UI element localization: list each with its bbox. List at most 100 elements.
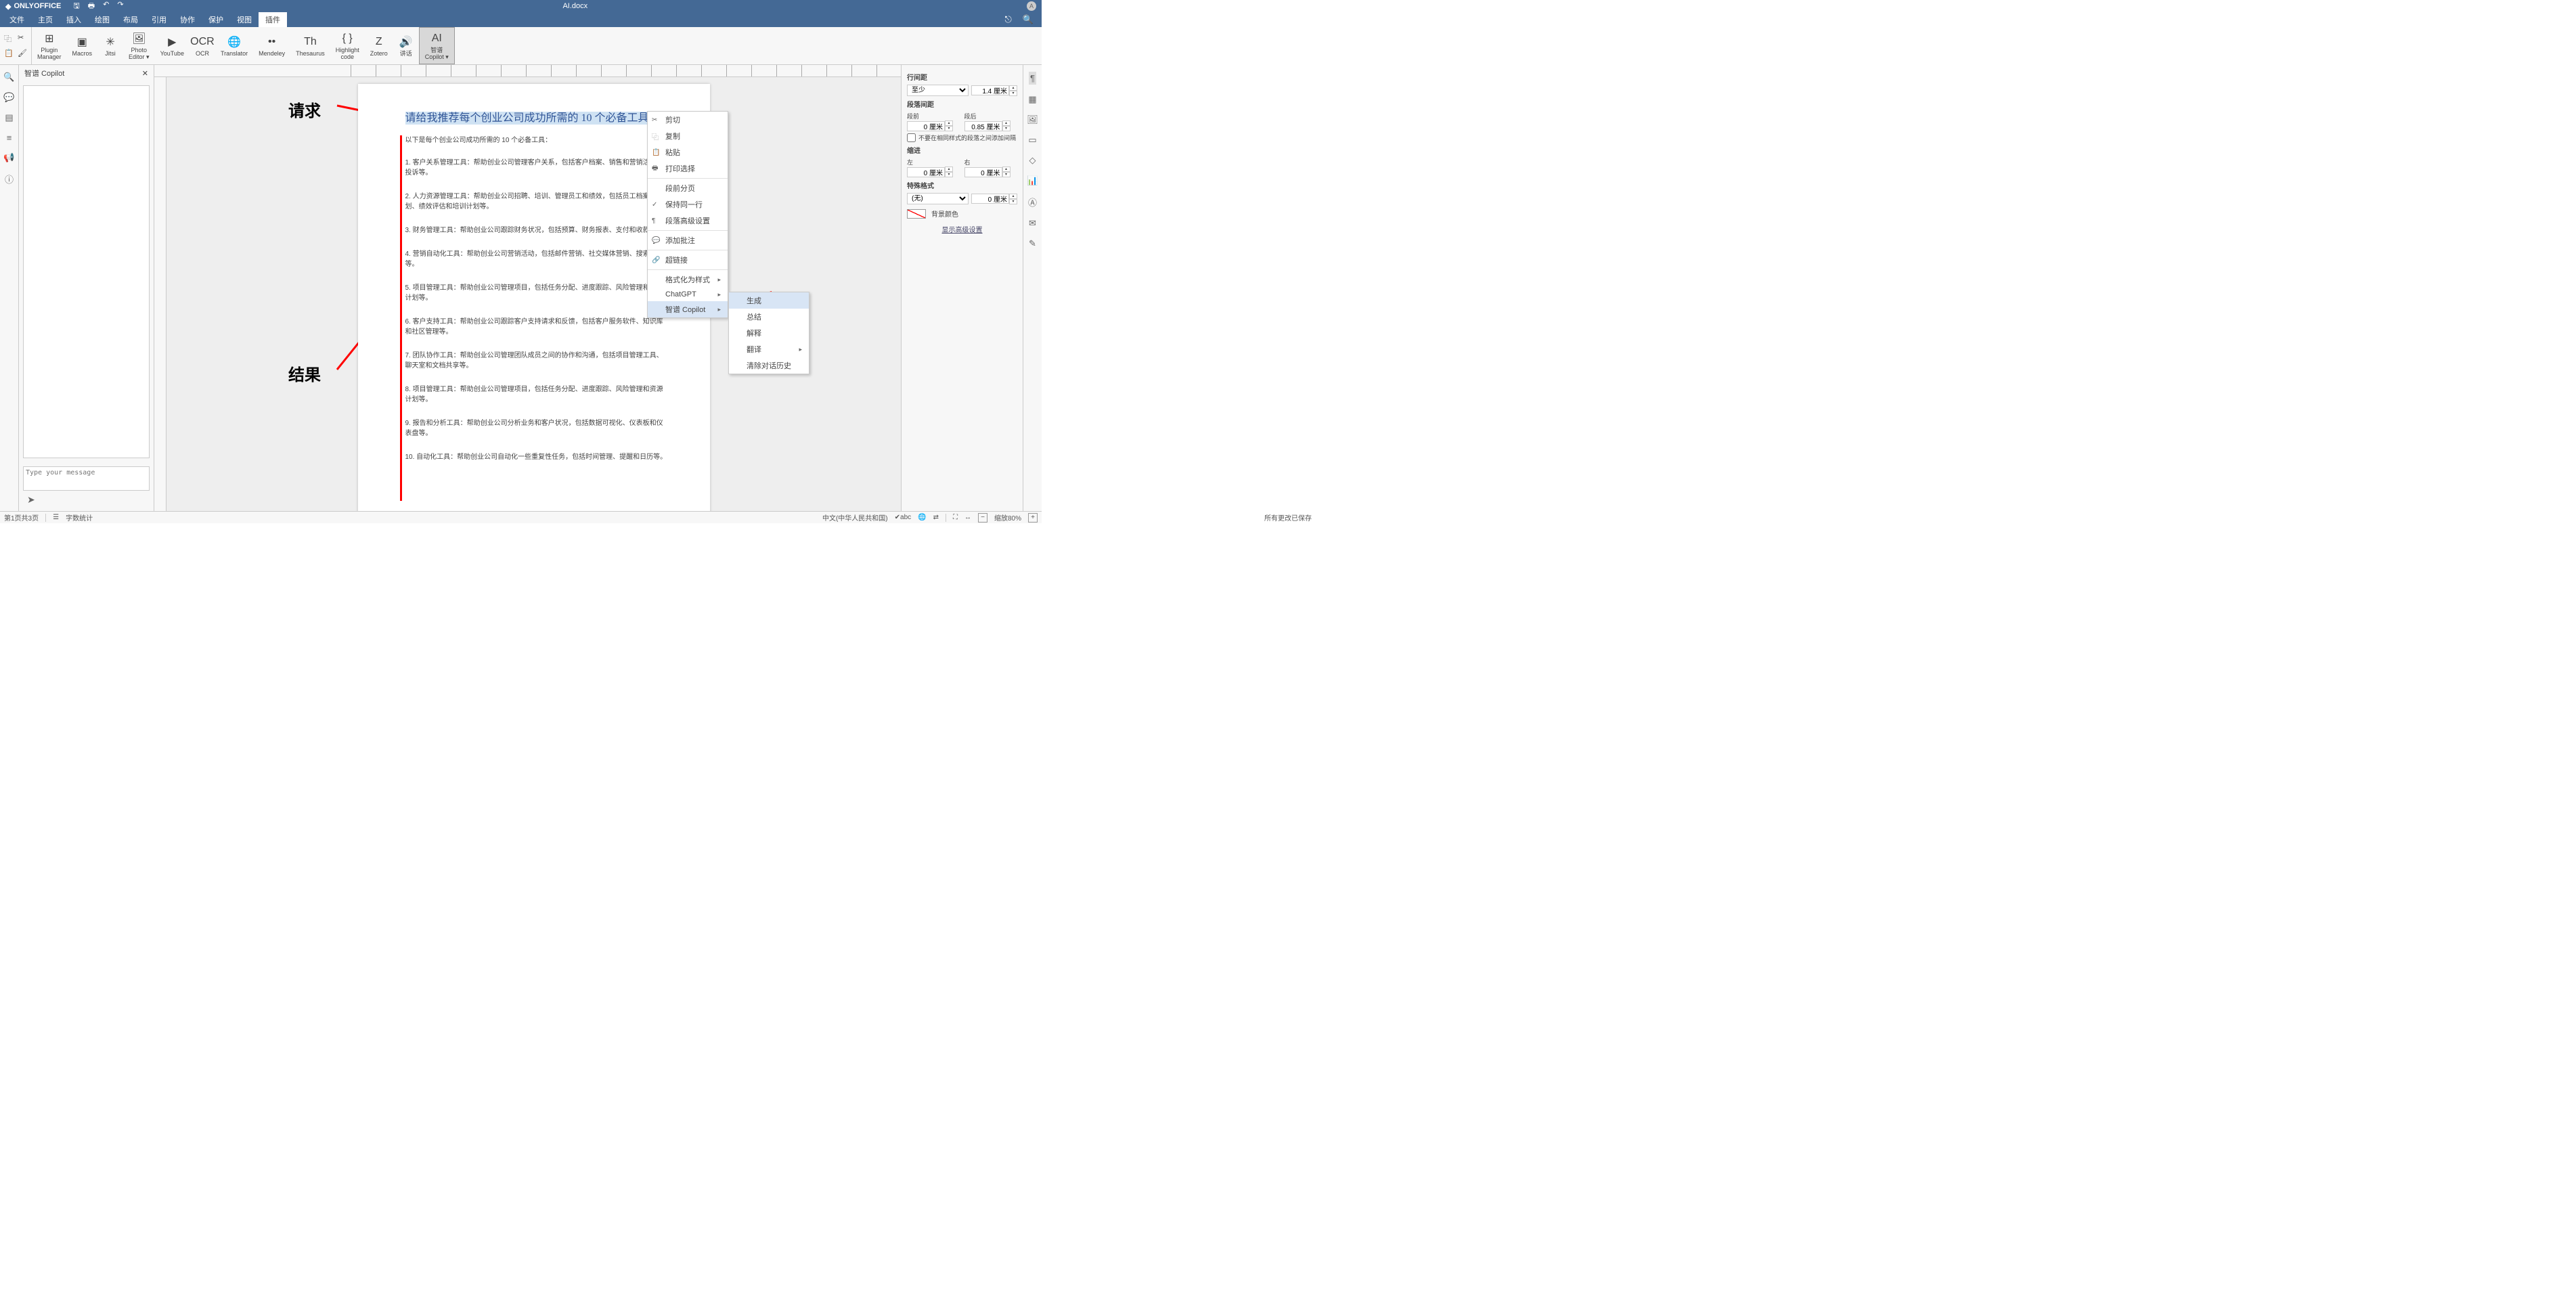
sub-清除对话历史[interactable]: 清除对话历史 (729, 357, 809, 374)
shape-icon[interactable]: ◇ (1029, 155, 1036, 166)
vertical-ruler[interactable] (154, 77, 166, 511)
header-icon[interactable]: ▭ (1028, 135, 1036, 146)
bg-color-swatch[interactable] (907, 209, 926, 219)
after-value[interactable] (964, 121, 1002, 131)
print-icon[interactable]: 🖶 (88, 0, 95, 13)
doc-item[interactable]: 10. 自动化工具：帮助创业公司自动化一些重复性任务，包括时间管理、提醒和日历等… (405, 452, 669, 462)
ribbon-translator[interactable]: 🌐Translator (215, 27, 253, 64)
special-value[interactable] (971, 194, 1009, 204)
tab-保护[interactable]: 保护 (202, 12, 230, 27)
copy-icon[interactable]: ⿻ (4, 33, 14, 43)
sub-解释[interactable]: 解释 (729, 325, 809, 341)
fit-width-icon[interactable]: ↔ (964, 514, 971, 521)
doc-item[interactable]: 4. 营销自动化工具：帮助创业公司营销活动，包括邮件营销、社交媒体营销、搜索告等… (405, 249, 669, 269)
cut-icon[interactable]: ✂ (18, 33, 27, 43)
wordcount-label[interactable]: 字数统计 (66, 512, 93, 523)
prompt-text[interactable]: 请给我推荐每个创业公司成功所需的 10 个必备工具 (405, 112, 649, 125)
ribbon-highlight[interactable]: { }Highlight code (330, 27, 365, 64)
outline-icon[interactable]: ≡ (7, 133, 12, 143)
redo-icon[interactable]: ↷ (117, 0, 123, 13)
ribbon-macros[interactable]: ▣Macros (67, 27, 98, 64)
page-indicator[interactable]: 第1页共3页 (4, 512, 39, 523)
ctx-格式化为样式[interactable]: 格式化为样式▸ (648, 271, 728, 288)
no-space-checkbox[interactable] (907, 133, 916, 142)
fit-page-icon[interactable]: ⛶ (953, 514, 958, 521)
spin-down[interactable]: ▾ (1009, 91, 1017, 96)
answer-title[interactable]: 以下是每个创业公司成功所需的 10 个必备工具： (405, 134, 669, 144)
user-avatar[interactable]: A (1027, 1, 1036, 11)
mail-icon[interactable]: ✉ (1029, 218, 1036, 229)
document-scroll[interactable]: 请求 结果 请给我推荐每个创业公司成功所需的 10 个必备工具 以下是每个创业公… (154, 77, 901, 511)
doc-item[interactable]: 9. 报告和分析工具：帮助创业公司分析业务和客户状况，包括数据可视化、仪表板和仪… (405, 418, 669, 439)
tab-文件[interactable]: 文件 (3, 12, 31, 27)
paragraph-icon[interactable]: ¶ (1029, 72, 1036, 85)
ctx-段前分页[interactable]: 段前分页 (648, 180, 728, 196)
sub-生成[interactable]: 生成 (729, 292, 809, 309)
zoom-out-button[interactable]: − (978, 513, 987, 523)
doc-item[interactable]: 7. 团队协作工具：帮助创业公司管理团队成员之间的协作和沟通，包括项目管理工具、… (405, 351, 669, 371)
search-icon[interactable]: 🔍 (3, 72, 14, 83)
ribbon-thesaurus[interactable]: ThThesaurus (290, 27, 330, 64)
open-file-icon[interactable]: ⎋ (1000, 12, 1017, 27)
doc-item[interactable]: 3. 财务管理工具：帮助创业公司跟踪财务状况，包括预算、财务报表、支付和收款等。 (405, 225, 669, 236)
ctx-ChatGPT[interactable]: ChatGPT▸ (648, 288, 728, 301)
indent-left[interactable] (907, 167, 945, 177)
ctx-添加批注[interactable]: 💬添加批注 (648, 232, 728, 248)
ctx-粘贴[interactable]: 📋粘贴 (648, 144, 728, 160)
tab-插件[interactable]: 插件 (259, 12, 287, 27)
feedback-icon[interactable]: 📢 (3, 152, 14, 163)
tab-主页[interactable]: 主页 (31, 12, 60, 27)
close-panel-icon[interactable]: ✕ (142, 69, 148, 78)
ribbon-photo[interactable]: 🖼Photo Editor ▾ (123, 27, 155, 64)
zoom-in-button[interactable]: + (1028, 513, 1038, 523)
chart-icon[interactable]: 📊 (1027, 175, 1038, 186)
line-spacing-mode[interactable]: 至少 (907, 85, 969, 96)
textart-icon[interactable]: Ⓐ (1028, 196, 1037, 208)
about-icon[interactable]: ⓘ (5, 173, 14, 185)
search-icon[interactable]: 🔍 (1017, 12, 1039, 27)
tab-插入[interactable]: 插入 (60, 12, 88, 27)
spellcheck-icon[interactable]: ✔abc (895, 514, 912, 521)
ctx-智谱 Copilot[interactable]: 智谱 Copilot▸ (648, 301, 728, 317)
zoom-label[interactable]: 缩放80% (994, 512, 1021, 523)
ribbon-plugin[interactable]: ⊞Plugin Manager (32, 27, 67, 64)
comments-icon[interactable]: 💬 (3, 92, 14, 103)
ctx-段落高级设置[interactable]: ¶段落高级设置 (648, 213, 728, 229)
ribbon-jitsi[interactable]: ✳Jitsi (97, 27, 123, 64)
save-icon[interactable]: 🖫 (73, 0, 79, 13)
tab-视图[interactable]: 视图 (230, 12, 259, 27)
tab-绘图[interactable]: 绘图 (88, 12, 116, 27)
tab-布局[interactable]: 布局 (116, 12, 145, 27)
table-icon[interactable]: ▦ (1028, 94, 1036, 105)
special-mode[interactable]: (无) (907, 193, 969, 204)
doc-item[interactable]: 5. 项目管理工具：帮助创业公司管理项目，包括任务分配、进度跟踪、风险管理和资源… (405, 283, 669, 303)
send-button[interactable]: ➤ (23, 493, 150, 507)
track-changes-icon[interactable]: ⇄ (933, 514, 939, 521)
horizontal-ruler[interactable] (154, 65, 901, 77)
ribbon-zotero[interactable]: ZZotero (365, 27, 393, 64)
spin-up[interactable]: ▴ (1009, 85, 1017, 91)
headings-icon[interactable]: ▤ (5, 112, 13, 123)
paste-icon[interactable]: 📋 (4, 49, 14, 58)
tab-引用[interactable]: 引用 (145, 12, 173, 27)
copilot-input[interactable] (23, 466, 150, 491)
sub-翻译[interactable]: 翻译▸ (729, 341, 809, 357)
language-label[interactable]: 中文(中华人民共和国) (822, 512, 888, 523)
ctx-打印选择[interactable]: 🖶打印选择 (648, 160, 728, 177)
ctx-保持同一行[interactable]: ✓保持同一行 (648, 196, 728, 213)
doc-item[interactable]: 2. 人力资源管理工具：帮助创业公司招聘、培训、管理员工和绩效，包括员工档案计划… (405, 192, 669, 212)
before-value[interactable] (907, 121, 945, 131)
indent-right[interactable] (964, 167, 1002, 177)
doc-item[interactable]: 6. 客户支持工具：帮助创业公司跟踪客户支持请求和反馈，包括客户服务软件、知识库… (405, 317, 669, 337)
ribbon-讲话[interactable]: 🔊讲话 (393, 27, 419, 64)
doc-item[interactable]: 8. 项目管理工具：帮助创业公司管理项目，包括任务分配、进度跟踪、风险管理和资源… (405, 384, 669, 405)
sub-总结[interactable]: 总结 (729, 309, 809, 325)
doc-item[interactable]: 1. 客户关系管理工具：帮助创业公司管理客户关系，包括客户档案、销售和营销活动和… (405, 158, 669, 178)
undo-icon[interactable]: ↶ (103, 0, 109, 13)
tab-协作[interactable]: 协作 (173, 12, 202, 27)
ribbon-智谱[interactable]: AI智谱 Copilot ▾ (419, 27, 455, 64)
ribbon-mendeley[interactable]: ••Mendeley (253, 27, 290, 64)
ctx-超链接[interactable]: 🔗超链接 (648, 252, 728, 268)
signature-icon[interactable]: ✎ (1029, 238, 1036, 249)
line-spacing-value[interactable] (971, 85, 1009, 95)
